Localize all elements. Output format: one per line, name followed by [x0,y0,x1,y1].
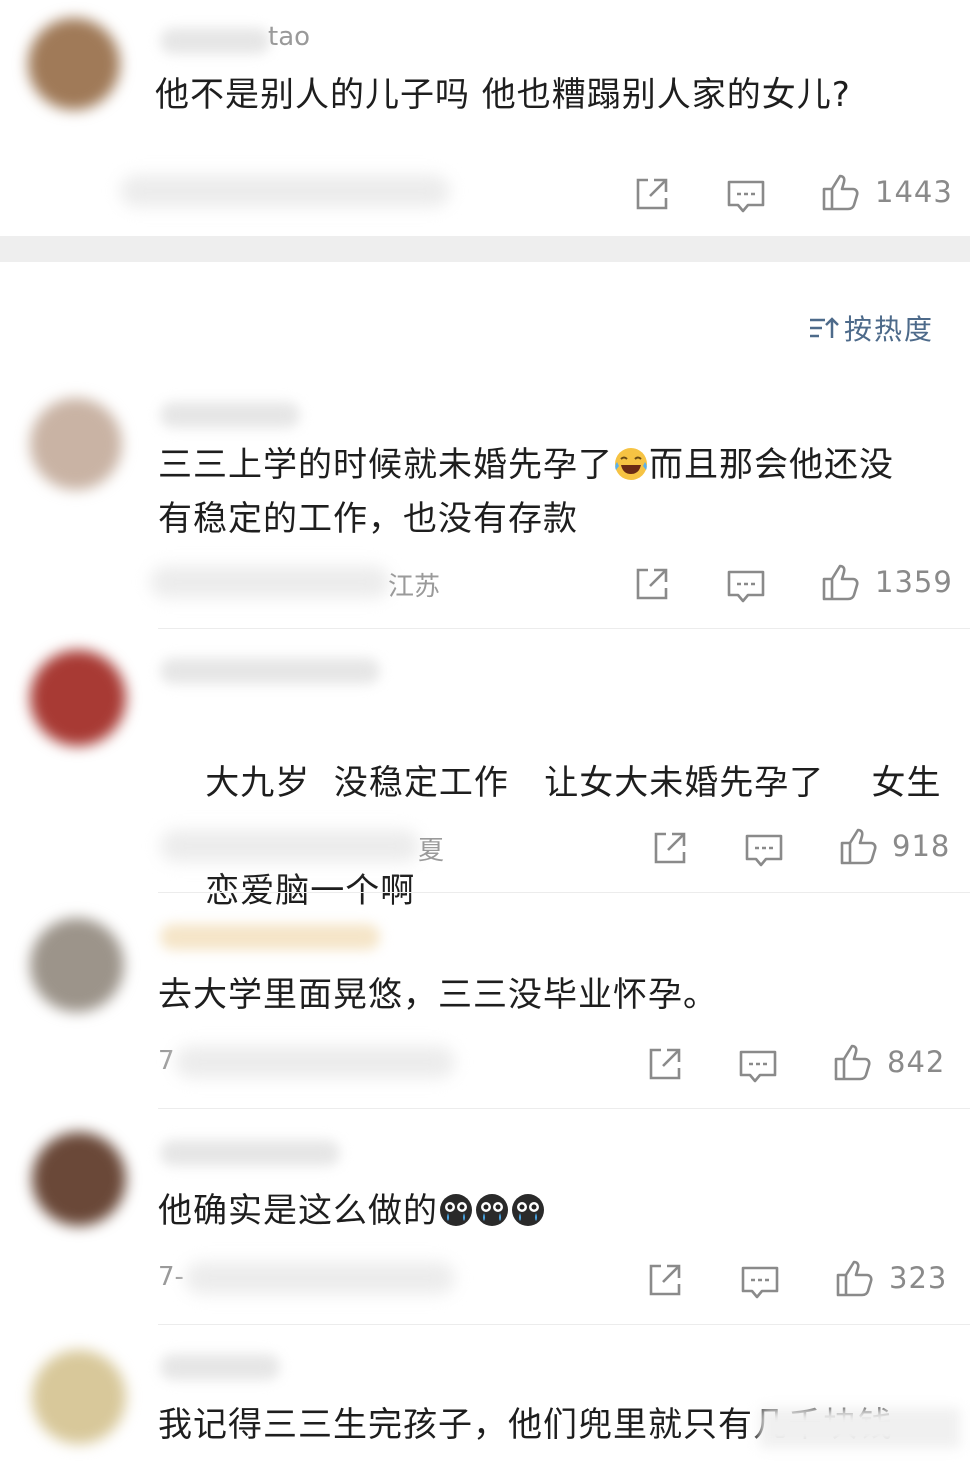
comment-icon[interactable] [726,176,766,216]
avatar[interactable] [30,650,126,746]
comment-meta-visible: 7 [158,1046,175,1076]
comment-divider [158,892,970,893]
sort-label: 按热度 [844,313,935,346]
avatar[interactable] [30,918,124,1012]
username[interactable] [160,402,300,428]
thumbs-up-icon[interactable] [834,1258,874,1298]
laughing-tears-emoji [615,448,647,480]
comment-icon[interactable] [738,1046,778,1086]
thumbs-up-icon[interactable] [838,826,878,866]
comment-meta [175,1046,455,1078]
comment-meta-visible: 7- [158,1262,184,1292]
comment-text-part: 他确实是这么做的 [158,1191,438,1231]
crying-face-emoji [476,1194,508,1226]
comment-text-part: 恋爱脑一个啊 [205,871,416,911]
like-count: 323 [889,1261,948,1295]
like-count: 1443 [875,175,953,209]
avatar[interactable] [30,398,122,490]
comment-text-part: 三三上学的时候就未婚先孕了 [158,445,613,485]
comment-icon[interactable] [740,1262,780,1302]
section-separator [0,236,970,262]
avatar[interactable] [32,1350,126,1444]
sort-control[interactable]: 按热度 [808,308,934,348]
comment-text: 去大学里面晃悠，三三没毕业怀孕。 [158,975,718,1015]
comment-location: 江苏 [388,572,441,602]
comment-divider [158,628,970,629]
username[interactable] [160,924,380,950]
comment-icon[interactable] [726,566,766,606]
thumbs-up-icon[interactable] [820,562,860,602]
comment-text: 三三上学的时候就未婚先孕了 而且那会他还没 有稳定的工作，也没有存款 [158,438,894,546]
comment-text: 他确实是这么做的 [158,1184,546,1238]
comment-divider [158,1324,970,1325]
watermark [760,1408,960,1448]
comment-text-part: 有稳定的工作，也没有存款 [158,499,578,539]
sort-icon [810,317,839,338]
comment-text-part: 大九岁 没稳定工作 让女大未婚先孕了 女生 [205,763,942,803]
comment-divider [158,1108,970,1109]
username[interactable] [160,1140,340,1166]
share-icon[interactable] [645,1260,685,1300]
username[interactable] [160,658,380,684]
share-icon[interactable] [650,828,690,868]
like-count: 918 [892,829,951,863]
comment-text: 他不是别人的儿子吗 他也糟蹋别人家的女儿? [155,75,851,115]
share-icon[interactable] [645,1044,685,1084]
thumbs-up-icon[interactable] [820,172,860,212]
username[interactable] [160,28,270,54]
crying-face-emoji [440,1194,472,1226]
comment-meta [150,566,390,598]
avatar[interactable] [32,1132,126,1226]
comment-icon[interactable] [744,830,784,870]
share-icon[interactable] [632,174,672,214]
comment-meta [160,830,420,862]
crying-face-emoji [512,1194,544,1226]
avatar[interactable] [28,18,120,110]
username-visible: tao [268,22,311,52]
like-count: 1359 [875,565,953,599]
comment-meta [120,175,450,207]
comment-location: 夏 [418,836,445,866]
comment-meta [185,1262,455,1294]
username[interactable] [160,1354,280,1380]
thumbs-up-icon[interactable] [832,1042,872,1082]
share-icon[interactable] [632,564,672,604]
comment-text-part: 而且那会他还没 [649,445,894,485]
like-count: 842 [887,1045,946,1079]
